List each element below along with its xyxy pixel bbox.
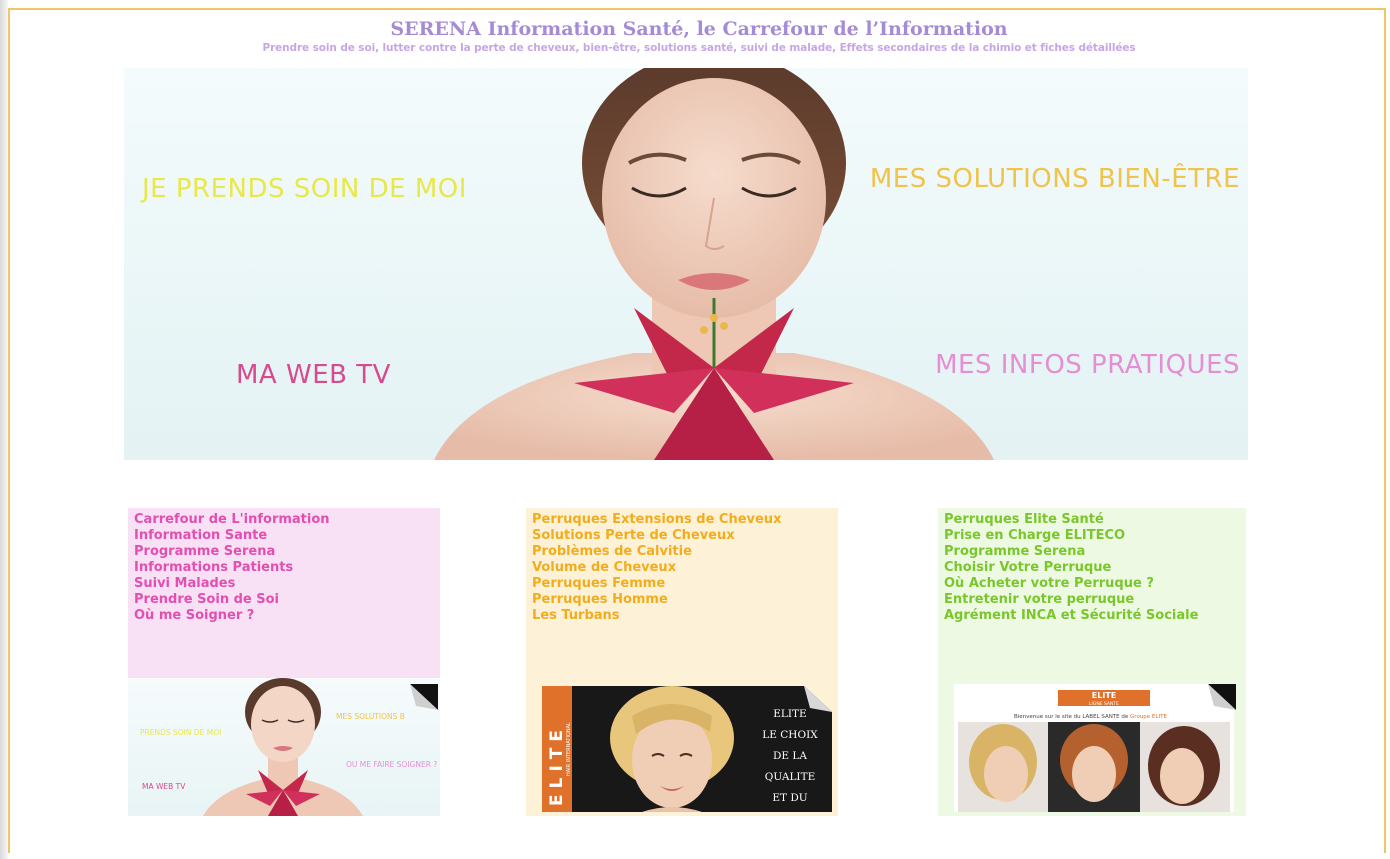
elite-tagline-line: LE CHOIX bbox=[762, 729, 818, 741]
welcome-text: Bienvenue sur le site du LABEL SANTE de bbox=[1014, 714, 1129, 720]
page-left-shadow bbox=[0, 0, 8, 859]
hero-portrait-image bbox=[434, 68, 994, 460]
list-item[interactable]: Problèmes de Calvitie bbox=[532, 544, 832, 560]
list-item[interactable]: Informations Patients bbox=[134, 560, 434, 576]
list-item[interactable]: Où me Soigner ? bbox=[134, 608, 434, 624]
list-item[interactable]: Perruques Extensions de Cheveux bbox=[532, 512, 832, 528]
list-item[interactable]: Programme Serena bbox=[944, 544, 1240, 560]
page-curl-icon bbox=[1208, 684, 1236, 710]
elite-sante-models-image bbox=[958, 722, 1230, 812]
elite-tagline-line: ET DU NATUREL bbox=[772, 792, 808, 804]
elite-ad-banner: ELITE HAIR INTERNATIONAL ELITE LE CHOIX … bbox=[542, 686, 832, 812]
hero-link-soin[interactable]: JE PRENDS SOIN DE MOI bbox=[142, 174, 467, 204]
list-item[interactable]: Les Turbans bbox=[532, 608, 832, 624]
elite-sante-welcome: Bienvenue sur le site du LABEL SANTE de … bbox=[1014, 714, 1167, 720]
list-item[interactable]: Prendre Soin de Soi bbox=[134, 592, 434, 608]
elite-links-list: Perruques Elite Santé Prise en Charge EL… bbox=[944, 512, 1240, 624]
page-frame: SERENA Information Santé, le Carrefour d… bbox=[8, 8, 1386, 853]
list-item[interactable]: Agrément INCA et Sécurité Sociale bbox=[944, 608, 1240, 624]
list-item[interactable]: Perruques Elite Santé bbox=[944, 512, 1240, 528]
elite-links-panel: Perruques Elite Santé Prise en Charge EL… bbox=[938, 508, 1246, 678]
elite-model-image bbox=[610, 686, 734, 812]
page-curl-icon bbox=[410, 684, 438, 710]
list-item[interactable]: Programme Serena bbox=[134, 544, 434, 560]
elite-tagline-line: DE LA QUALITE bbox=[764, 750, 816, 783]
hero-banner: JE PRENDS SOIN DE MOI MES SOLUTIONS BIEN… bbox=[124, 68, 1248, 460]
elite-brand-label: ELITE bbox=[547, 724, 567, 806]
list-item[interactable]: Solutions Perte de Cheveux bbox=[532, 528, 832, 544]
hero-link-solutions[interactable]: MES SOLUTIONS BIEN-ÊTRE bbox=[870, 164, 1240, 194]
site-subtitle: Prendre soin de soi, lutter contre la pe… bbox=[262, 42, 1136, 54]
list-item[interactable]: Suivi Malades bbox=[134, 576, 434, 592]
list-item[interactable]: Prise en Charge ELITECO bbox=[944, 528, 1240, 544]
page-curl-icon bbox=[804, 686, 832, 712]
elite-tagline: ELITE LE CHOIX DE LA QUALITE ET DU NATUR… bbox=[752, 704, 828, 812]
elite-sante-banner: ELITE LIGNE SANTE Bienvenue sur le site … bbox=[954, 684, 1234, 812]
list-item[interactable]: Perruques Homme bbox=[532, 592, 832, 608]
elite-sante-logo: ELITE LIGNE SANTE bbox=[1058, 690, 1150, 707]
list-item[interactable]: Entretenir votre perruque bbox=[944, 592, 1240, 608]
list-item[interactable]: Choisir Votre Perruque bbox=[944, 560, 1240, 576]
wigs-links-panel: Perruques Extensions de Cheveux Solution… bbox=[526, 508, 838, 678]
serena-thumbnail-link[interactable]: PRENDS SOIN DE MOI MES SOLUTIONS B OU ME… bbox=[128, 678, 440, 816]
thumb-label-soin: PRENDS SOIN DE MOI bbox=[140, 728, 222, 737]
elite-sante-brand: ELITE bbox=[1091, 691, 1117, 700]
site-title: SERENA Information Santé, le Carrefour d… bbox=[390, 18, 1008, 40]
elite-hair-thumbnail-link[interactable]: ELITE HAIR INTERNATIONAL ELITE LE CHOIX … bbox=[526, 678, 838, 816]
thumbnail-portrait-image bbox=[203, 678, 363, 816]
list-item[interactable]: Perruques Femme bbox=[532, 576, 832, 592]
info-links-list: Carrefour de L'information Information S… bbox=[134, 512, 434, 624]
list-item[interactable]: Volume de Cheveux bbox=[532, 560, 832, 576]
thumb-label-soigner: OU ME FAIRE SOIGNER ? bbox=[346, 760, 438, 769]
thumb-label-webtv: MA WEB TV bbox=[142, 782, 186, 791]
list-item[interactable]: Carrefour de L'information bbox=[134, 512, 434, 528]
elite-sante-brand-sub: LIGNE SANTE bbox=[1089, 702, 1119, 707]
list-item[interactable]: Où Acheter votre Perruque ? bbox=[944, 576, 1240, 592]
elite-brand-sub: HAIR INTERNATIONAL bbox=[566, 722, 572, 776]
info-links-panel: Carrefour de L'information Information S… bbox=[128, 508, 440, 678]
elite-sante-thumbnail-link[interactable]: ELITE LIGNE SANTE Bienvenue sur le site … bbox=[938, 678, 1246, 816]
thumb-label-solutions: MES SOLUTIONS B bbox=[336, 712, 405, 721]
welcome-group: Groupe ELITE bbox=[1130, 714, 1167, 720]
hero-link-webtv[interactable]: MA WEB TV bbox=[236, 360, 391, 390]
hero-link-infos[interactable]: MES INFOS PRATIQUES bbox=[935, 350, 1240, 380]
wigs-links-list: Perruques Extensions de Cheveux Solution… bbox=[532, 512, 832, 624]
list-item[interactable]: Information Sante bbox=[134, 528, 434, 544]
